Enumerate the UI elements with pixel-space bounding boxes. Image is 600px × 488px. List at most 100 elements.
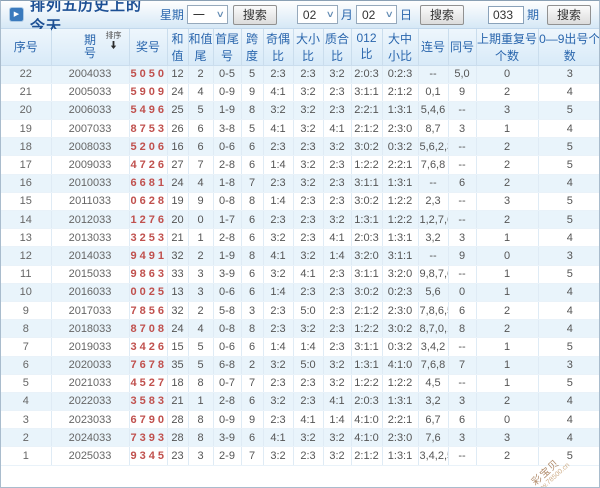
table-cell: 8 [241,320,263,338]
table-cell: 24 [167,83,188,101]
table-cell: 2:3 [293,192,323,210]
table-cell: 0-9 [213,83,241,101]
table-cell: 3:1:1 [382,247,418,265]
table-cell: 3 [476,101,538,119]
table-cell: 66813 [129,174,167,192]
table-cell: 7 [241,174,263,192]
table-cell: 1:3:1 [382,447,418,465]
table-cell: 2010033 [51,174,129,192]
table-cell: 28 [167,411,188,429]
table-cell: 3 [188,265,213,283]
table-cell: 12 [1,247,51,265]
table-cell: 4:1 [293,265,323,283]
search-week-button[interactable]: 搜索 [233,5,277,25]
table-cell: 4:1 [323,229,351,247]
column-header-11: 大中小比 [382,29,418,65]
table-cell: 1:2:2 [351,320,382,338]
table-cell: 8,7 [418,120,448,138]
table-cell: 5:0 [293,301,323,319]
table-cell: 7 [448,356,476,374]
table-cell: 2 [476,211,538,229]
search-date-button[interactable]: 搜索 [420,5,464,25]
table-cell: -- [448,138,476,156]
table-cell: 2006033 [51,101,129,119]
table-cell: 8 [188,411,213,429]
table-row: 12025033934522332-973:22:33:22:1:21:3:13… [1,447,600,465]
table-cell: 5,4,6 [418,101,448,119]
table-cell: 3,4,2,5 [418,447,448,465]
table-cell: 2:3 [323,83,351,101]
sort-control[interactable]: 排序 [106,32,122,51]
table-cell: 2:3:0 [382,301,418,319]
table-cell: 1 [476,374,538,392]
table-cell: 78566 [129,301,167,319]
table-cell: 52063 [129,138,167,156]
table-cell: 6 [188,138,213,156]
table-cell: 20 [167,211,188,229]
table-cell: 6 [188,120,213,138]
table-cell: 2008033 [51,138,129,156]
table-cell: 2:3 [293,447,323,465]
table-cell: 4 [538,320,600,338]
table-cell: 1:4 [323,411,351,429]
column-header-4: 和值尾 [188,29,213,65]
table-cell: 1 [476,356,538,374]
table-cell: 18 [167,374,188,392]
table-cell: 24 [167,174,188,192]
table-cell: 2:3 [323,156,351,174]
table-cell: 7,6,8 [418,156,448,174]
search-issue-button[interactable]: 搜索 [547,5,591,25]
table-cell: 1 [188,229,213,247]
table-cell: 47268 [129,156,167,174]
day-select[interactable]: 02 ∨ [356,5,397,24]
table-cell: 11 [1,265,51,283]
table-cell: 5 [538,338,600,356]
table-cell: 4 [1,392,51,410]
title-bar: ▶ 排列五历史上的今天 星期 一 ∨ 搜索 02 ∨ 月 02 ∨ 日 搜索 期… [1,1,599,29]
table-cell: 17 [1,156,51,174]
table-cell: 13 [167,283,188,301]
issue-input[interactable] [488,6,524,24]
table-cell: 6 [241,283,263,301]
table-cell: 2 [476,156,538,174]
table-row: 22024033739362883-964:13:23:24:1:02:3:07… [1,429,600,447]
month-label: 月 [341,6,353,23]
issue-label: 期 [527,6,539,23]
sort-arrow-icon[interactable] [106,41,122,51]
table-cell: 14 [1,211,51,229]
table-cell: 2-8 [213,156,241,174]
table-cell: 2-9 [213,447,241,465]
month-select[interactable]: 02 ∨ [297,5,338,24]
table-cell: 1 [476,229,538,247]
table-cell: 6 [241,156,263,174]
table-row: 102016033002561330-661:42:32:33:0:20:2:3… [1,283,600,301]
table-cell: 3:1:1 [351,174,382,192]
table-cell: 2:3 [263,174,293,192]
column-header-6: 跨度 [241,29,263,65]
table-cell: 3:2 [293,83,323,101]
table-cell: 2:3 [263,65,293,83]
table-cell: 1 [476,283,538,301]
table-cell: 7,6 [418,429,448,447]
table-cell: 0-6 [213,138,241,156]
weekday-select[interactable]: 一 ∨ [187,5,228,24]
table-cell: 2 [241,356,263,374]
column-header-3: 和值 [167,29,188,65]
table-cell: 1:3:1 [382,101,418,119]
table-cell: 87081 [129,320,167,338]
table-cell: 34260 [129,338,167,356]
table-row: 152011033062831990-881:42:32:33:0:21:2:2… [1,192,600,210]
table-cell: 4:1 [263,120,293,138]
table-cell: 2:3 [293,283,323,301]
table-cell: 6 [241,338,263,356]
table-cell: 2015033 [51,265,129,283]
table-cell: 3:2 [263,447,293,465]
day-select-value: 02 [362,8,375,22]
table-cell: 32538 [129,229,167,247]
table-cell: 3:2 [263,265,293,283]
table-cell: 1-9 [213,247,241,265]
table-cell: 2023033 [51,411,129,429]
table-cell: -- [448,156,476,174]
table-cell: 2016033 [51,283,129,301]
table-cell: 4:1:0 [382,356,418,374]
